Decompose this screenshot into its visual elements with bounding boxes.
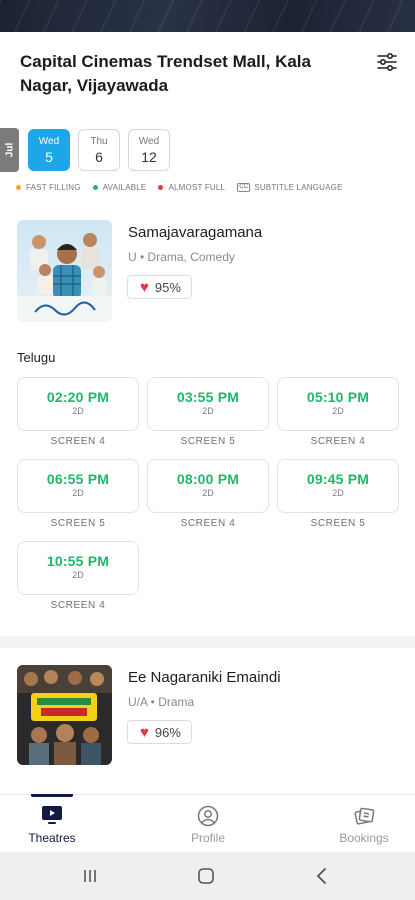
language-label: Telugu: [17, 350, 56, 365]
movie-title[interactable]: Ee Nagaraniki Emaindi: [128, 669, 281, 686]
back-icon[interactable]: [312, 866, 332, 886]
showtime-time: 02:20 PM: [46, 389, 110, 405]
rating-value: 95%: [154, 279, 181, 295]
showtime-button[interactable]: 03:55 PM 2D: [147, 377, 269, 431]
nav-label: Profile: [190, 831, 225, 845]
date-day-number: 12: [141, 149, 157, 165]
showtime-time: 09:45 PM: [306, 471, 370, 487]
month-tab: Jul: [0, 128, 19, 172]
showtime-format: 2D: [72, 488, 84, 498]
nav-label: Bookings: [339, 831, 389, 845]
showtime-format: 2D: [332, 406, 344, 416]
legend-fast-filling: FAST FILLING: [16, 183, 81, 192]
date-day-of-week: Wed: [38, 136, 60, 147]
showtime-button[interactable]: 05:10 PM 2D: [277, 377, 399, 431]
screen-label: SCREEN 5: [180, 436, 236, 447]
sliders-icon[interactable]: [375, 50, 399, 74]
screen-label: SCREEN 4: [50, 436, 106, 447]
availability-legend: FAST FILLING AVAILABLE ALMOST FULL CC SU…: [16, 182, 355, 192]
recents-icon[interactable]: [80, 866, 100, 886]
theatre-header: Capital Cinemas Trendset Mall, Kala Naga…: [0, 32, 415, 112]
date-day-number: 6: [95, 149, 103, 165]
theatre-name: Capital Cinemas Trendset Mall, Kala Naga…: [20, 52, 311, 95]
date-item[interactable]: Thu 6: [78, 129, 120, 171]
rating-badge: ♥ 95%: [127, 275, 192, 299]
screen-label: SCREEN 4: [180, 518, 236, 529]
section-divider: [0, 636, 415, 648]
date-day-of-week: Wed: [138, 136, 160, 147]
showtime-button[interactable]: 08:00 PM 2D: [147, 459, 269, 513]
tickets-icon: [354, 807, 375, 825]
nav-theatres[interactable]: Theatres: [2, 794, 102, 853]
showtime-format: 2D: [72, 570, 84, 580]
screen-label: SCREEN 4: [310, 436, 366, 447]
rating-value: 96%: [154, 724, 181, 740]
movie-title[interactable]: Samajavaragamana: [128, 224, 262, 241]
showtime-time: 08:00 PM: [176, 471, 240, 487]
screen-label: SCREEN 4: [50, 600, 106, 611]
nav-bookings[interactable]: Bookings: [314, 795, 414, 853]
movie-meta: U/A • Drama: [128, 695, 195, 709]
system-navigation-bar: [0, 852, 415, 900]
showtime-format: 2D: [72, 406, 84, 416]
home-icon[interactable]: [196, 866, 216, 886]
movie-meta: U • Drama, Comedy: [128, 250, 235, 264]
legend-available: AVAILABLE: [92, 183, 147, 192]
status-bar-background: [0, 0, 415, 32]
screen-label: SCREEN 5: [310, 518, 366, 529]
nav-label: Theatres: [28, 831, 76, 845]
date-item[interactable]: Wed 12: [128, 129, 170, 171]
date-item[interactable]: Wed 5: [28, 129, 70, 171]
showtime-time: 10:55 PM: [46, 553, 110, 569]
subtitle-icon: CC: [237, 182, 251, 192]
nav-profile[interactable]: Profile: [158, 795, 258, 853]
fast-filling-dot-icon: [16, 184, 21, 190]
legend-subtitle-language: CC SUBTITLE LANGUAGE: [237, 182, 343, 192]
active-indicator: [31, 794, 73, 797]
heart-icon: ♥: [140, 278, 149, 296]
screen-label: SCREEN 5: [50, 518, 106, 529]
showtime-time: 06:55 PM: [46, 471, 110, 487]
rating-badge: ♥ 96%: [127, 720, 192, 744]
showtime-time: 05:10 PM: [306, 389, 370, 405]
movie-poster[interactable]: [17, 220, 112, 322]
showtime-button[interactable]: 09:45 PM 2D: [277, 459, 399, 513]
play-screen-icon: [42, 806, 62, 824]
legend-almost-full: ALMOST FULL: [158, 183, 225, 192]
bottom-navigation: Theatres Profile Bookings: [0, 794, 415, 852]
heart-icon: ♥: [140, 723, 149, 741]
showtime-format: 2D: [202, 488, 214, 498]
almost-full-dot-icon: [158, 184, 164, 190]
showtime-format: 2D: [332, 488, 344, 498]
showtime-button[interactable]: 06:55 PM 2D: [17, 459, 139, 513]
user-circle-icon: [197, 805, 219, 827]
showtime-button[interactable]: 10:55 PM 2D: [17, 541, 139, 595]
date-day-number: 5: [45, 149, 53, 165]
date-day-of-week: Thu: [90, 136, 108, 147]
showtime-button[interactable]: 02:20 PM 2D: [17, 377, 139, 431]
showtime-time: 03:55 PM: [176, 389, 240, 405]
showtime-format: 2D: [202, 406, 214, 416]
available-dot-icon: [92, 184, 98, 190]
movie-poster[interactable]: [17, 665, 112, 765]
